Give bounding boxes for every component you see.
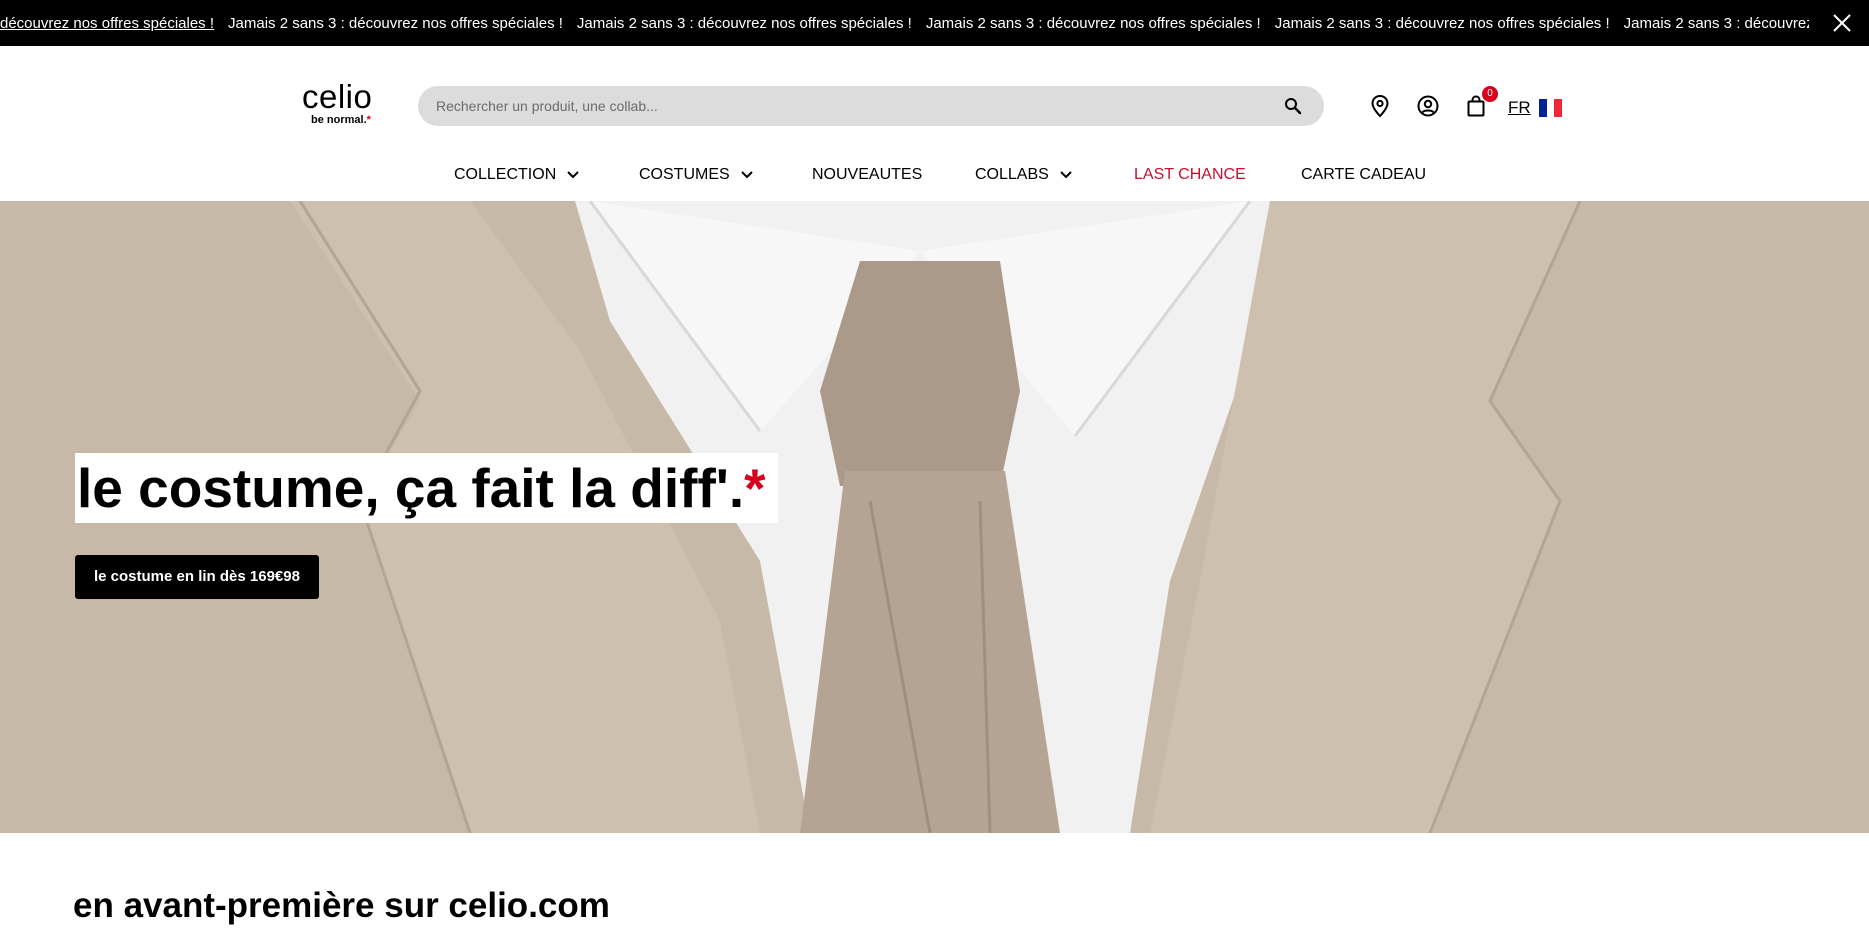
hero-cta-button[interactable]: le costume en lin dès 169€98 [75,555,319,599]
logo-wordmark: celio [302,78,373,115]
close-icon[interactable] [1831,12,1853,34]
cart-count-badge: 0 [1482,86,1498,102]
chevron-down-icon [1060,171,1072,179]
search-bar [418,86,1324,126]
nav-item-collabs[interactable]: COLLABS [975,166,1073,184]
hero-banner[interactable]: le costume, ça fait la diff'.* le costum… [0,201,1869,833]
nav-item-label: COLLECTION [454,166,557,183]
nav-item-label: LAST CHANCE [1134,166,1246,183]
promo-message[interactable]: Jamais 2 sans 3 : découvrez nos offres s… [577,15,912,32]
flag-stripe-white [1546,99,1555,117]
search-input[interactable] [434,86,1274,126]
promo-link[interactable]: découvrez nos offres spéciales ! [0,15,214,32]
logo-tagline-text: be normal. [311,114,367,126]
hero-title: le costume, ça fait la diff'.* [75,453,778,523]
chevron-down-icon [567,171,579,179]
nav-item-collection[interactable]: COLLECTION [454,166,580,184]
promo-message[interactable]: Jamais 2 sans 3 : découvrez nos offres s… [926,15,1261,32]
promo-track: découvrez nos offres spéciales ! Jamais … [0,0,1869,46]
nav-item-label: NOUVEAUTES [812,166,923,183]
celio-logo[interactable]: celio be normal.* [302,78,382,126]
location-pin-icon[interactable] [1368,94,1392,118]
france-flag-icon[interactable] [1539,99,1563,117]
language-selector[interactable]: FR [1508,98,1531,118]
nav-item-costumes[interactable]: COSTUMES [639,166,754,184]
promo-bar: découvrez nos offres spéciales ! Jamais … [0,0,1869,46]
flag-stripe-blue [1539,99,1547,117]
section-title: en avant-première sur celio.com [73,886,610,925]
hero-title-text: le costume, ça fait la diff'. [77,457,745,519]
nav-item-label: COLLABS [975,166,1049,183]
promo-message[interactable]: Jamais 2 sans 3 : découvrez nos offres s… [228,15,563,32]
hero-title-star: * [744,457,766,519]
promo-message[interactable]: Jamais 2 sans 3 : découvrez nos offres s… [1275,15,1610,32]
nav-item-carte-cadeau[interactable]: CARTE CADEAU [1301,166,1426,184]
nav-item-nouveautes[interactable]: NOUVEAUTES [812,166,922,184]
logo-tagline: be normal.* [311,114,382,126]
search-icon[interactable] [1284,97,1302,115]
flag-stripe-red [1554,99,1563,117]
site-header: celio be normal.* 0 FR COLLECTION COSTUM [0,46,1869,201]
account-icon[interactable] [1416,94,1440,118]
nav-item-label: COSTUMES [639,166,730,183]
nav-item-label: CARTE CADEAU [1301,166,1427,183]
chevron-down-icon [740,171,753,179]
logo-star: * [366,114,371,126]
nav-item-last-chance[interactable]: LAST CHANCE [1134,166,1246,184]
main-nav: COLLECTION COSTUMES NOUVEAUTES COLLABS L… [0,156,1869,200]
